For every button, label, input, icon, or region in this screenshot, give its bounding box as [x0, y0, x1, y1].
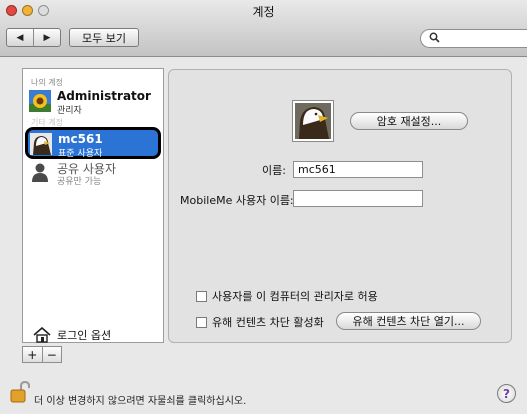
sunflower-icon — [29, 90, 51, 112]
add-account-button[interactable]: + — [23, 347, 42, 362]
back-arrow-icon: ◀ — [16, 32, 24, 43]
lock-icon[interactable] — [10, 381, 30, 403]
open-parental-controls-button[interactable]: 유해 컨텐츠 차단 열기... — [336, 312, 481, 330]
show-all-button[interactable]: 모두 보기 — [69, 28, 139, 47]
account-role: 공유만 가능 — [57, 177, 102, 187]
name-label: 이름: — [262, 164, 286, 177]
account-item-administrator[interactable]: Administrator 관리자 — [27, 86, 159, 116]
allow-admin-option[interactable]: 사용자를 이 컴퓨터의 관리자로 허용 — [196, 288, 378, 304]
parental-controls-label: 유해 컨텐츠 차단 활성화 — [212, 316, 324, 329]
parental-controls-checkbox[interactable] — [196, 316, 207, 328]
eagle-icon — [295, 103, 331, 139]
login-options-label: 로그인 옵션 — [57, 329, 112, 342]
user-silhouette-icon — [29, 161, 51, 183]
mobileme-label: MobileMe 사용자 이름: — [180, 194, 294, 207]
house-icon — [33, 327, 51, 343]
account-role: 관리자 — [57, 106, 82, 116]
search-input[interactable] — [420, 29, 527, 48]
reset-password-button[interactable]: 암호 재설정... — [350, 112, 468, 130]
account-picture[interactable] — [292, 100, 334, 142]
title-toolbar: 계정 ◀ ▶ 모두 보기 — [0, 0, 527, 57]
parental-controls-option[interactable]: 유해 컨텐츠 차단 활성화 — [196, 314, 324, 330]
remove-account-button[interactable]: − — [41, 347, 62, 362]
login-options-item[interactable]: 로그인 옵션 — [33, 327, 111, 343]
forward-arrow-icon: ▶ — [43, 32, 51, 43]
account-item-shared-user[interactable]: 공유 사용자 공유만 가능 — [27, 157, 159, 187]
eagle-icon — [30, 133, 52, 155]
mobileme-field[interactable] — [293, 190, 423, 207]
window-title: 계정 — [252, 5, 275, 19]
back-button[interactable]: ◀ — [7, 29, 33, 46]
accounts-list: 나의 계정 Administrator 관리자 기타 계정 mc561 표준 사… — [22, 68, 164, 343]
account-item-mc561[interactable]: mc561 표준 사용자 — [25, 127, 161, 159]
preferences-window: 계정 ◀ ▶ 모두 보기 나의 계정 Administrator 관리자 기타 … — [0, 0, 527, 414]
add-remove-controls: + − — [22, 346, 62, 363]
nav-button-group: ◀ ▶ — [6, 28, 61, 47]
allow-admin-label: 사용자를 이 컴퓨터의 관리자로 허용 — [212, 290, 378, 303]
account-name: Administrator — [57, 89, 151, 103]
allow-admin-checkbox[interactable] — [196, 290, 207, 302]
forward-button[interactable]: ▶ — [33, 29, 60, 46]
lock-message: 더 이상 변경하지 않으려면 자물쇠를 클릭하십시오. — [34, 396, 247, 407]
name-field[interactable]: mc561 — [293, 161, 423, 178]
search-icon — [429, 32, 440, 46]
help-button[interactable]: ? — [497, 384, 516, 403]
account-name: mc561 — [58, 132, 103, 146]
